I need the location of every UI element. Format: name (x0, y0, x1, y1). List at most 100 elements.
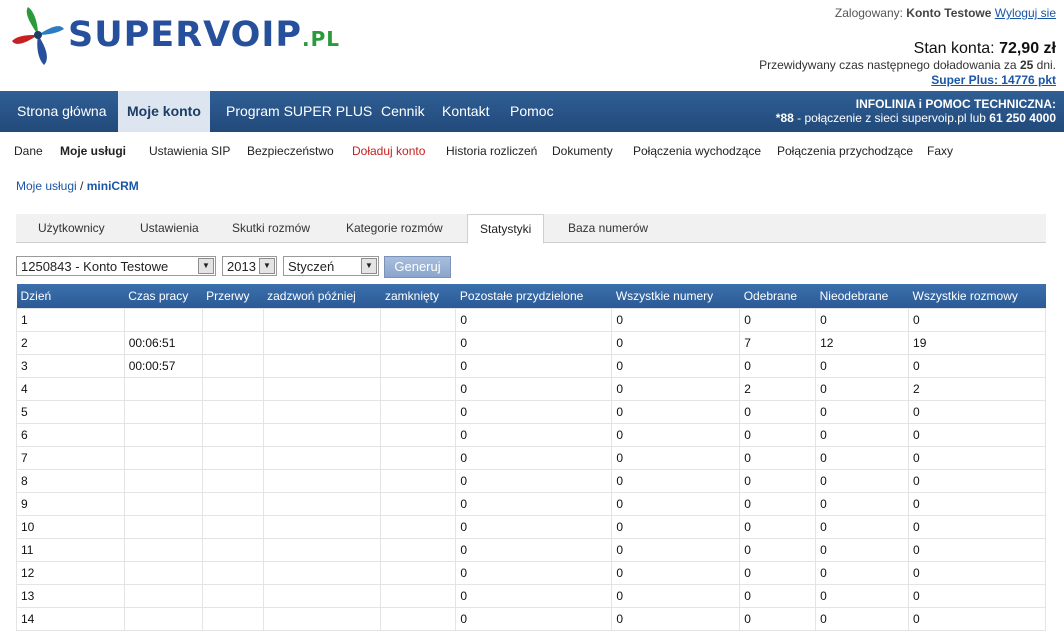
table-cell: 13 (16, 584, 125, 608)
month-select[interactable]: Styczeń ▼ (283, 256, 379, 276)
subnav-faxes[interactable]: Faxy (927, 144, 953, 158)
nav-contact[interactable]: Kontakt (433, 91, 498, 132)
supervoip-logo[interactable]: SUPERVOIP.PL (10, 3, 339, 69)
table-cell: 2 (908, 377, 1046, 401)
table-cell: 0 (815, 354, 910, 378)
table-cell: 0 (739, 354, 817, 378)
col-day[interactable]: Dzień (16, 284, 125, 309)
tab-settings[interactable]: Ustawienia (140, 221, 199, 235)
login-status: Zalogowany: Konto Testowe Wyloguj sie (835, 6, 1056, 20)
superplus-link[interactable]: Super Plus: 14776 pkt (931, 73, 1056, 87)
year-select[interactable]: 2013 ▼ (222, 256, 277, 276)
table-cell (380, 308, 457, 332)
nav-pricing[interactable]: Cennik (372, 91, 434, 132)
table-cell: 0 (815, 446, 910, 470)
sub-nav: Dane Moje usługi Ustawienia SIP Bezpiecz… (0, 132, 1064, 170)
balance-value: 72,90 zł (999, 40, 1056, 57)
subnav-documents[interactable]: Dokumenty (552, 144, 613, 158)
breadcrumb-parent[interactable]: Moje usługi (16, 179, 77, 193)
table-cell: 0 (815, 515, 910, 539)
nav-my-account[interactable]: Moje konto (118, 91, 210, 132)
col-closed[interactable]: zamknięty (380, 284, 456, 309)
table-cell (380, 561, 457, 585)
table-cell: 0 (611, 423, 741, 447)
table-cell: 0 (611, 377, 741, 401)
account-select[interactable]: 1250843 - Konto Testowe ▼ (16, 256, 216, 276)
table-cell: 0 (815, 492, 910, 516)
col-remaining-assigned[interactable]: Pozostałe przydzielone (455, 284, 612, 309)
tab-call-outcomes[interactable]: Skutki rozmów (232, 221, 310, 235)
table-cell: 2 (739, 377, 817, 401)
table-cell (262, 308, 382, 332)
table-cell: 0 (815, 584, 910, 608)
table-cell: 0 (908, 423, 1046, 447)
tab-number-base[interactable]: Baza numerów (568, 221, 648, 235)
table-cell: 0 (611, 584, 741, 608)
hotline-phone: 61 250 4000 (989, 111, 1056, 125)
nav-super-plus[interactable]: Program SUPER PLUS (217, 91, 381, 132)
nav-home[interactable]: Strona główna (8, 91, 116, 132)
table-cell (380, 354, 457, 378)
table-cell (201, 331, 264, 355)
table-cell: 0 (739, 446, 817, 470)
table-cell (201, 423, 264, 447)
chevron-down-icon: ▼ (259, 258, 275, 274)
table-cell (123, 515, 203, 539)
table-cell: 0 (908, 515, 1046, 539)
subnav-billing-history[interactable]: Historia rozliczeń (446, 144, 537, 158)
col-unanswered[interactable]: Nieodebrane (815, 284, 909, 309)
table-cell: 0 (815, 538, 910, 562)
table-cell: 0 (739, 308, 817, 332)
logout-link[interactable]: Wyloguj sie (995, 6, 1056, 20)
col-all-numbers[interactable]: Wszystkie numery (611, 284, 740, 309)
table-row: 600000 (16, 423, 1046, 447)
tab-statistics[interactable]: Statystyki (467, 214, 545, 244)
table-cell (123, 469, 203, 493)
tab-call-categories[interactable]: Kategorie rozmów (346, 221, 443, 235)
table-cell: 7 (739, 331, 817, 355)
col-work-time[interactable]: Czas pracy (124, 284, 203, 309)
table-cell (201, 538, 264, 562)
table-cell (123, 492, 203, 516)
generate-button[interactable]: Generuj (384, 256, 451, 278)
table-cell: 0 (611, 561, 741, 585)
subnav-data[interactable]: Dane (14, 144, 43, 158)
table-cell: 3 (16, 354, 125, 378)
table-row: 3 00:00:57 0 0 0 0 0 (16, 354, 1046, 378)
col-all-calls[interactable]: Wszystkie rozmowy (908, 284, 1046, 309)
table-cell: 12 (815, 331, 910, 355)
col-breaks[interactable]: Przerwy (202, 284, 264, 309)
table-cell (262, 561, 382, 585)
table-cell: 14 (16, 607, 125, 631)
table-body: 1 0 0 0 0 0 2 00:06:51 0 0 7 12 19 3 00:00:57 0 0 0 0 0 4 0 0 2… (16, 308, 1046, 631)
table-cell (201, 515, 264, 539)
table-cell (380, 331, 457, 355)
breadcrumb: Moje usługi / miniCRM (16, 179, 139, 193)
table-row: 2 00:06:51 0 0 7 12 19 (16, 331, 1046, 355)
subnav-my-services[interactable]: Moje usługi (60, 144, 126, 158)
table-cell: 0 (455, 354, 613, 378)
table-cell (123, 607, 203, 631)
table-cell (380, 538, 457, 562)
table-cell: 0 (611, 400, 741, 424)
next-topup-days: 25 (1019, 58, 1034, 72)
nav-help[interactable]: Pomoc (501, 91, 563, 132)
table-cell: 6 (16, 423, 125, 447)
table-cell: 0 (455, 400, 613, 424)
table-cell (380, 584, 457, 608)
subnav-top-up[interactable]: Doładuj konto (352, 144, 425, 158)
subnav-sip-settings[interactable]: Ustawienia SIP (149, 144, 230, 158)
subnav-security[interactable]: Bezpieczeństwo (247, 144, 334, 158)
subnav-incoming-calls[interactable]: Połączenia przychodzące (777, 144, 913, 158)
table-row: 800000 (16, 469, 1046, 493)
subnav-outgoing-calls[interactable]: Połączenia wychodzące (633, 144, 761, 158)
table-cell (123, 423, 203, 447)
table-cell: 0 (739, 515, 817, 539)
col-answered[interactable]: Odebrane (739, 284, 816, 309)
table-cell: 00:00:57 (123, 354, 203, 378)
table-cell: 10 (16, 515, 125, 539)
table-cell (201, 492, 264, 516)
table-cell (262, 377, 382, 401)
col-call-later[interactable]: zadzwoń później (263, 284, 381, 309)
tab-users[interactable]: Użytkownicy (38, 221, 105, 235)
